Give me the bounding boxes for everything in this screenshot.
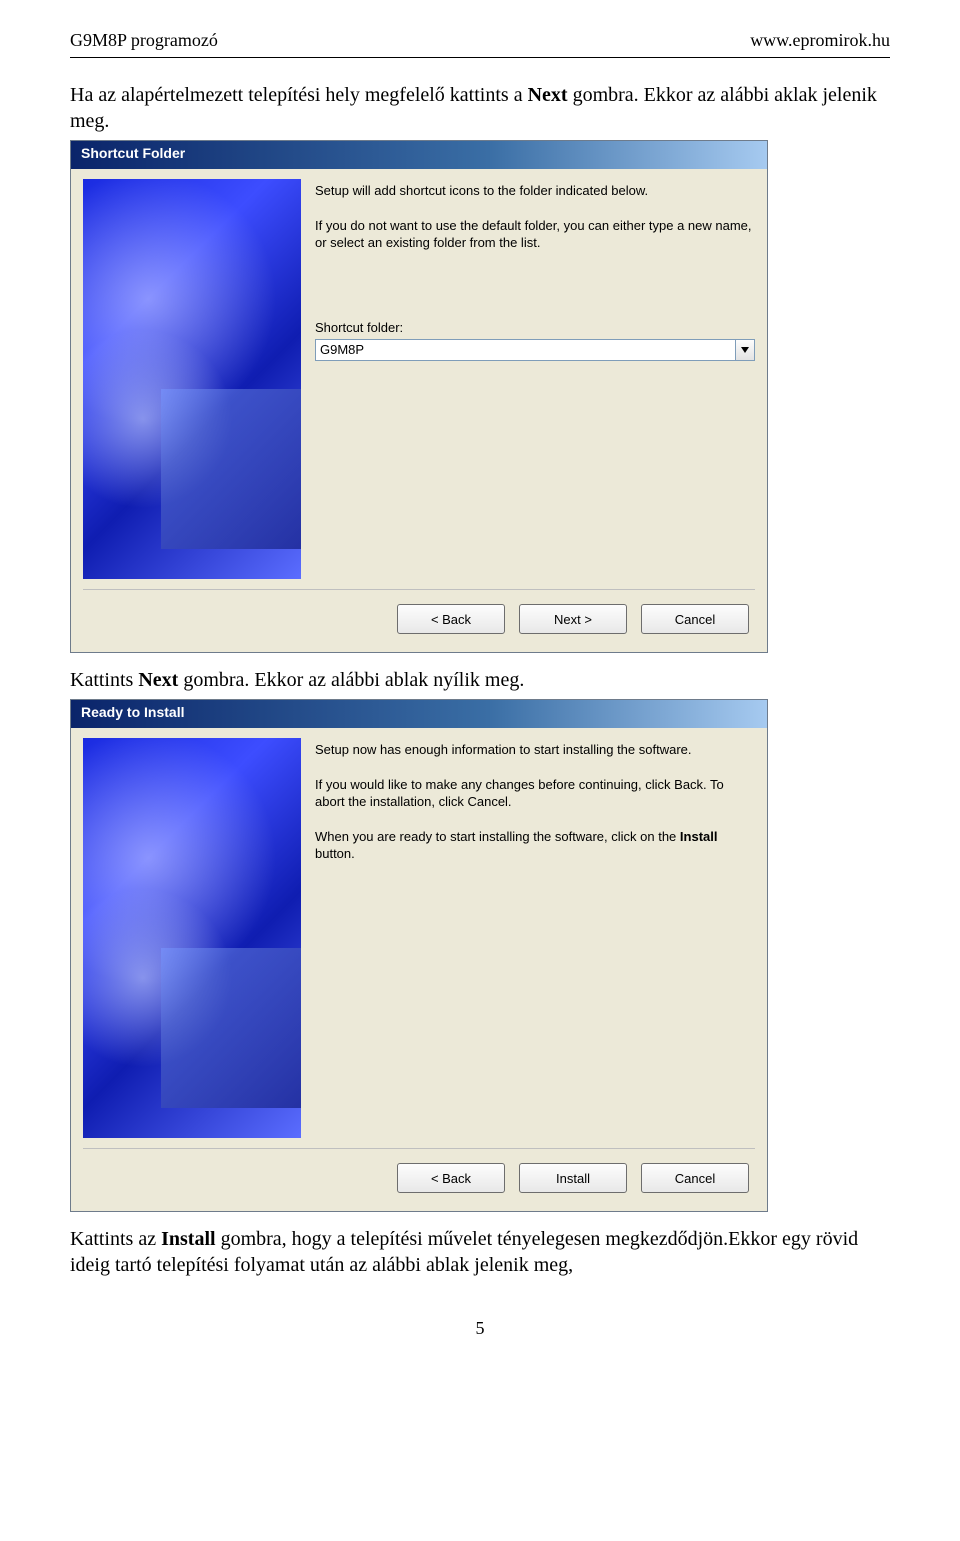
dialog1-side-image	[83, 179, 301, 579]
shortcut-folder-input[interactable]	[315, 339, 735, 361]
para2-pre: Kattints	[70, 669, 138, 691]
header-rule	[70, 57, 890, 58]
dialog2-titlebar: Ready to Install	[71, 700, 767, 728]
dialog2-text3: When you are ready to start installing t…	[315, 829, 755, 863]
back-button-2[interactable]: < Back	[397, 1163, 505, 1193]
para1-bold: Next	[528, 84, 568, 106]
dialog2-text3-post: button.	[315, 846, 355, 861]
dialog1-text2: If you do not want to use the default fo…	[315, 218, 755, 252]
paragraph-2: Kattints Next gombra. Ekkor az alábbi ab…	[70, 667, 890, 693]
para2-bold: Next	[138, 669, 178, 691]
dialog2-side-image	[83, 738, 301, 1138]
para2-post: gombra. Ekkor az alábbi ablak nyílik meg…	[178, 669, 524, 691]
dialog1-title: Shortcut Folder	[81, 145, 185, 161]
cancel-button2-label: Cancel	[675, 1171, 715, 1186]
page-header: G9M8P programozó www.epromirok.hu	[70, 30, 890, 51]
install-button-label: Install	[556, 1171, 590, 1186]
para1-pre: Ha az alapértelmezett telepítési hely me…	[70, 84, 528, 106]
dialog1-titlebar: Shortcut Folder	[71, 141, 767, 169]
paragraph-3: Kattints az Install gombra, hogy a telep…	[70, 1226, 890, 1278]
cancel-button-label: Cancel	[675, 612, 715, 627]
dialog2-text1: Setup now has enough information to star…	[315, 742, 755, 759]
dialog1-text1: Setup will add shortcut icons to the fol…	[315, 183, 755, 200]
header-left: G9M8P programozó	[70, 30, 218, 51]
next-button[interactable]: Next >	[519, 604, 627, 634]
dialog2-title: Ready to Install	[81, 704, 184, 720]
dialog2-text2: If you would like to make any changes be…	[315, 777, 755, 811]
page-number: 5	[70, 1318, 890, 1339]
combo-drop-button[interactable]	[735, 339, 755, 361]
back-button2-label: < Back	[431, 1171, 471, 1186]
chevron-down-icon	[741, 347, 749, 353]
install-button[interactable]: Install	[519, 1163, 627, 1193]
next-button-label: Next >	[554, 612, 592, 627]
dialog-ready-to-install: Ready to Install Setup now has enough in…	[70, 699, 768, 1212]
dialog2-text3-pre: When you are ready to start installing t…	[315, 829, 680, 844]
cancel-button[interactable]: Cancel	[641, 604, 749, 634]
para3-bold: Install	[161, 1228, 215, 1250]
dialog2-text3-bold: Install	[680, 829, 718, 844]
back-button[interactable]: < Back	[397, 604, 505, 634]
dialog-shortcut-folder: Shortcut Folder Setup will add shortcut …	[70, 140, 768, 653]
shortcut-folder-label: Shortcut folder:	[315, 320, 755, 335]
shortcut-folder-combo[interactable]	[315, 339, 755, 361]
back-button-label: < Back	[431, 612, 471, 627]
paragraph-1: Ha az alapértelmezett telepítési hely me…	[70, 82, 890, 134]
para3-pre: Kattints az	[70, 1228, 161, 1250]
header-right: www.epromirok.hu	[750, 30, 890, 51]
cancel-button-2[interactable]: Cancel	[641, 1163, 749, 1193]
